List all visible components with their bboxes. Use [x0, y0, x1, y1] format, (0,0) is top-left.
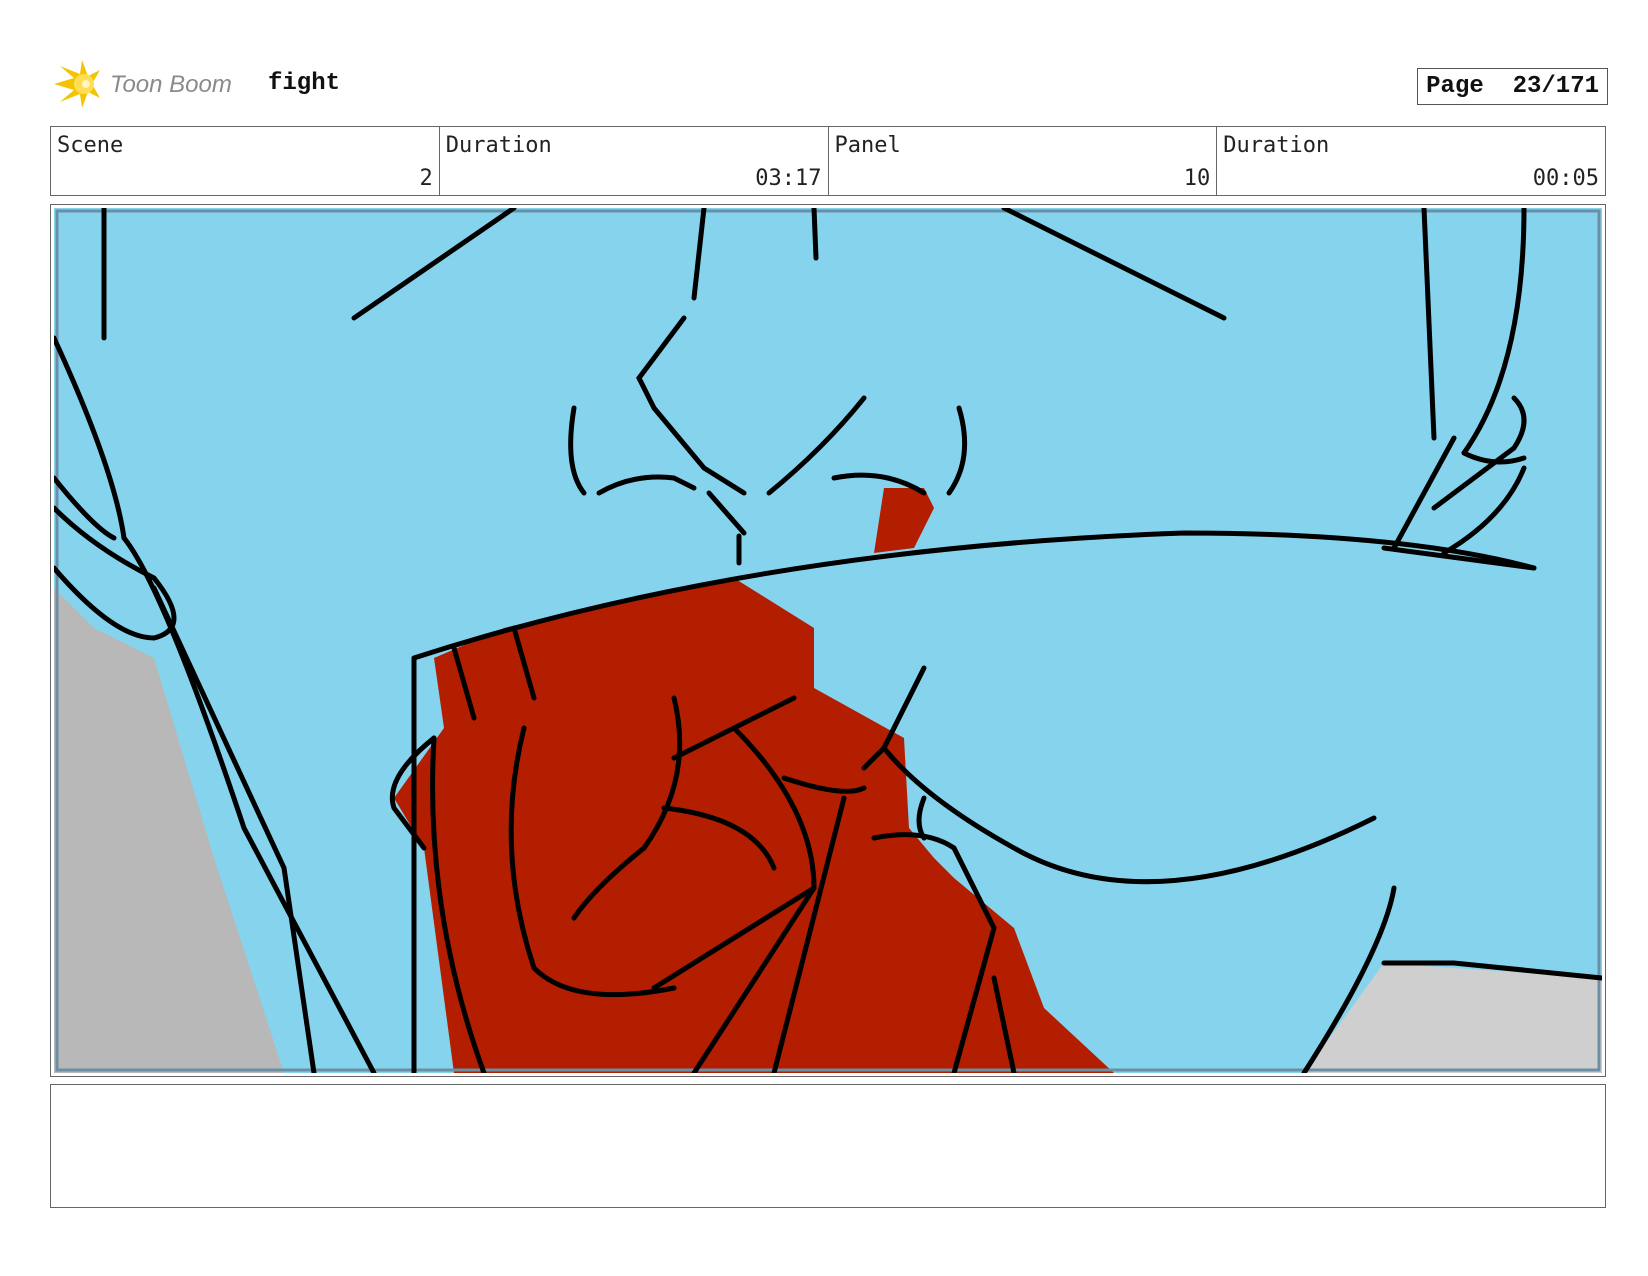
- storyboard-panel: [50, 204, 1606, 1077]
- panel-info-table: Scene 2 Duration 03:17 Panel 10 Duration…: [50, 126, 1606, 196]
- panel-value: 10: [1183, 166, 1211, 191]
- toon-boom-logo: Toon Boom: [54, 60, 232, 108]
- scene-duration-cell: Duration 03:17: [440, 127, 829, 195]
- scene-cell: Scene 2: [51, 127, 440, 195]
- project-title: fight: [268, 70, 341, 97]
- page-header: Toon Boom fight Page 23/171: [52, 58, 1608, 110]
- scene-label: Scene: [57, 133, 124, 158]
- caption-box: [50, 1084, 1606, 1208]
- page-label: Page: [1426, 73, 1484, 100]
- scene-value: 2: [419, 166, 433, 191]
- page-number: 23/171: [1512, 73, 1599, 100]
- logo-wordmark: Toon Boom: [110, 71, 232, 98]
- starburst-icon: [54, 60, 100, 108]
- panel-drawing: [54, 208, 1602, 1073]
- panel-duration-label: Duration: [1223, 133, 1330, 158]
- panel-label: Panel: [834, 133, 901, 158]
- scene-duration-label: Duration: [445, 133, 552, 158]
- panel-duration-cell: Duration 00:05: [1217, 127, 1605, 195]
- panel-duration-value: 00:05: [1532, 166, 1599, 191]
- panel-cell: Panel 10: [829, 127, 1218, 195]
- page-indicator: Page 23/171: [1417, 68, 1608, 105]
- scene-duration-value: 03:17: [755, 166, 822, 191]
